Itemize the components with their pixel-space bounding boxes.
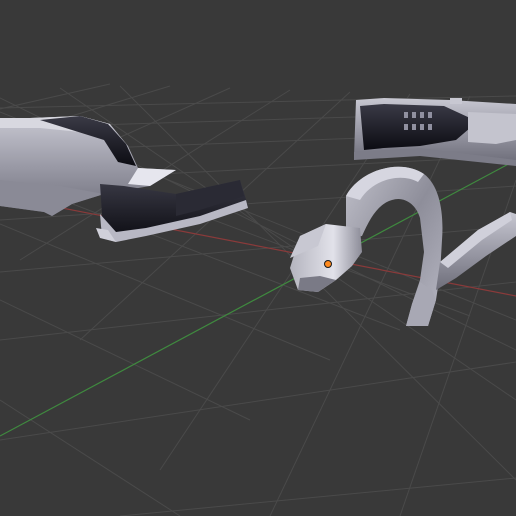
viewport-canvas[interactable] [0,0,516,516]
fender-flare[interactable] [290,166,443,326]
rear-diffuser[interactable] [354,98,516,166]
side-skirt-left[interactable] [96,180,248,242]
origin-dot-icon [324,260,332,268]
3d-viewport[interactable] [0,0,516,516]
side-skirt-right[interactable] [436,212,516,290]
